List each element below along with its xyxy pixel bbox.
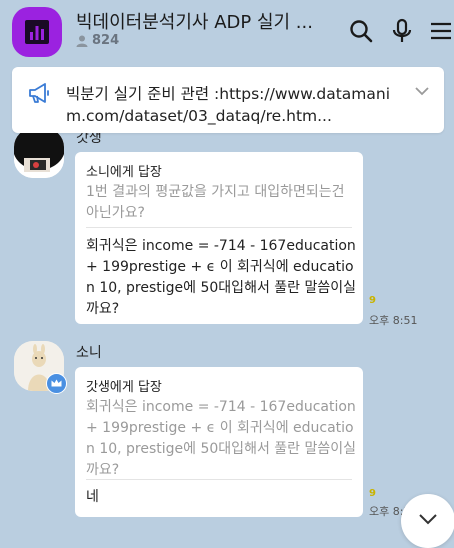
reply-header: 소니에게 답장 <box>86 165 162 180</box>
unread-count: 9 <box>369 295 376 306</box>
member-count[interactable]: 824 <box>76 33 119 48</box>
bar-chart-icon <box>25 20 49 44</box>
message-text: 회귀식은 income = -714 - 167education + 199p… <box>86 238 357 317</box>
search-icon[interactable] <box>348 18 374 44</box>
reply-divider <box>86 479 352 480</box>
unread-count: 9 <box>369 488 376 499</box>
message-bubble[interactable]: 소니에게 답장 1번 결과의 평균값을 가지고 대입하면되는건 아닌가요? 회귀… <box>75 152 363 324</box>
message-bubble[interactable]: 갓생에게 답장 회귀식은 income = -714 - 167educatio… <box>75 367 363 517</box>
megaphone-icon <box>29 83 49 103</box>
avatar[interactable] <box>14 128 64 178</box>
notice-text[interactable]: 빅분기 실기 준비 관련 :https://www.datamanim.com/… <box>66 83 401 127</box>
reply-quote[interactable]: 회귀식은 income = -714 - 167education + 199p… <box>86 397 358 481</box>
reply-divider <box>86 227 352 228</box>
person-icon <box>76 35 88 47</box>
message-time: 오후 8:51 <box>369 314 418 327</box>
room-title[interactable]: 빅데이터분석기사 ADP 실기 ... <box>76 8 330 34</box>
crown-icon <box>51 379 62 387</box>
reply-header: 갓생에게 답장 <box>86 380 162 395</box>
message-text: 네 <box>86 489 99 505</box>
member-count-value: 824 <box>92 33 120 48</box>
avatar-image <box>14 128 64 178</box>
crown-badge <box>46 373 67 394</box>
scroll-to-bottom-button[interactable] <box>401 494 454 548</box>
sender-name: 소니 <box>76 345 102 361</box>
room-icon[interactable] <box>12 7 62 57</box>
chevron-down-icon[interactable] <box>414 85 430 97</box>
chat-header: 빅데이터분석기사 ADP 실기 ... 824 <box>0 0 454 64</box>
microphone-icon[interactable] <box>389 18 415 44</box>
reply-quote[interactable]: 1번 결과의 평균값을 가지고 대입하면되는건 아닌가요? <box>86 182 358 224</box>
menu-icon[interactable] <box>428 18 454 44</box>
chevron-down-icon <box>419 514 437 525</box>
notice-bar[interactable]: 빅분기 실기 준비 관련 :https://www.datamanim.com/… <box>12 67 444 133</box>
